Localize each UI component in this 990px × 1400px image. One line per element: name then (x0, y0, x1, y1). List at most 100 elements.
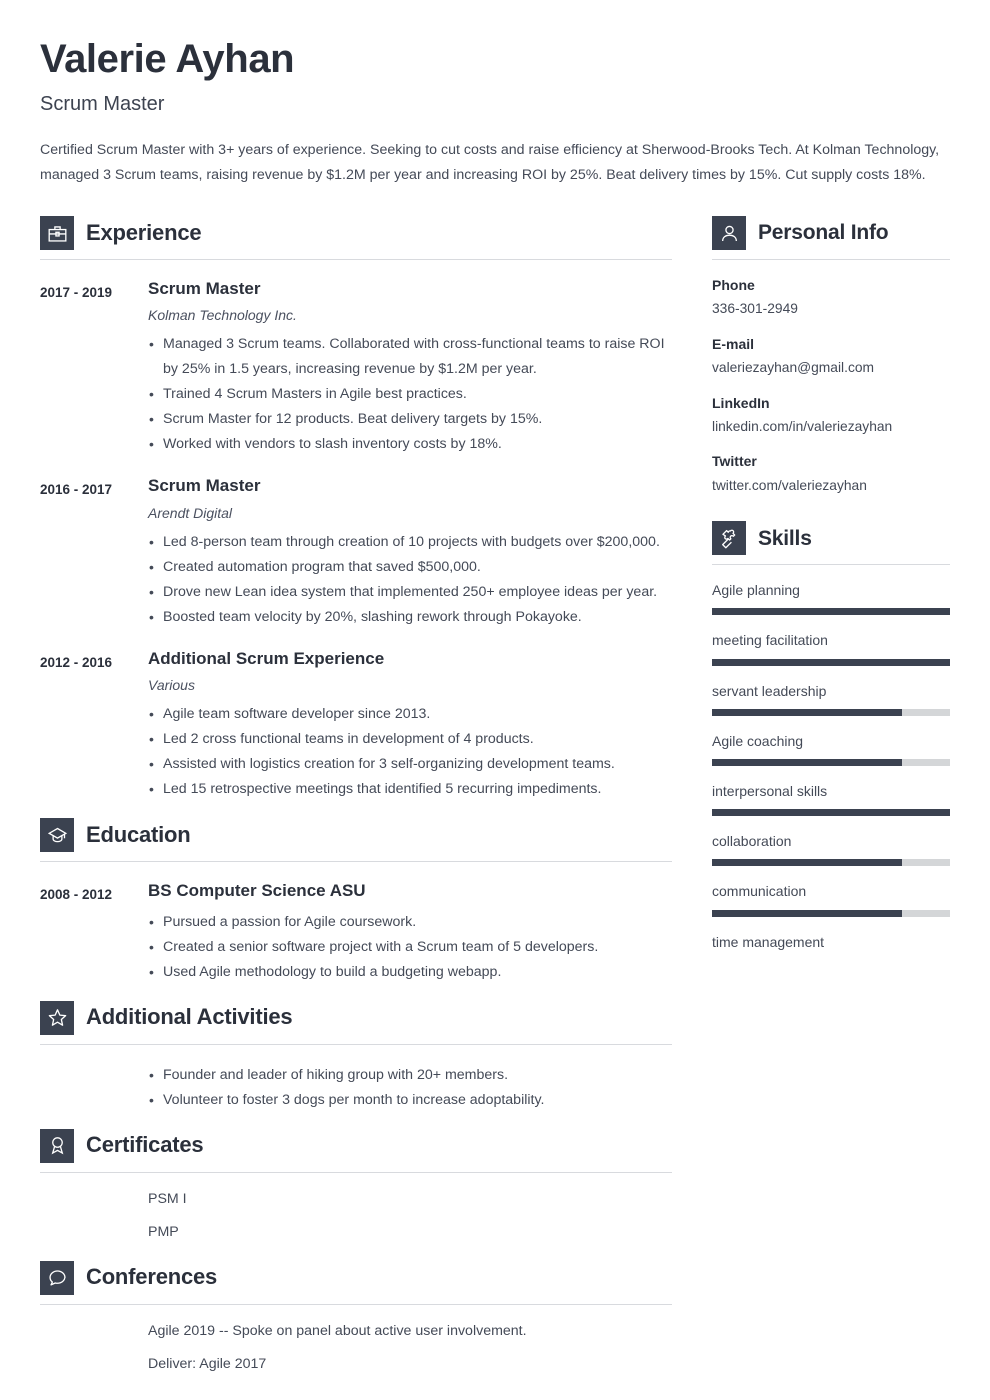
entry-dates: 2012 - 2016 (40, 654, 113, 670)
bullet-item: Assisted with logistics creation for 3 s… (148, 752, 672, 777)
bullet-item: Trained 4 Scrum Masters in Agile best pr… (148, 382, 672, 407)
info-field-linkedin: LinkedIn linkedin.com/in/valeriezayhan (712, 394, 950, 437)
entry-role: Scrum Master (148, 476, 261, 496)
info-field-twitter: Twitter twitter.com/valeriezayhan (712, 452, 950, 495)
info-label: LinkedIn (712, 394, 770, 411)
certificates-list: PSM I PMP (148, 1187, 672, 1245)
entry-bullets: Led 8-person team through creation of 10… (148, 530, 672, 630)
skill-bar-track (712, 809, 950, 817)
skill-bar-track (712, 608, 950, 616)
section-title: Experience (86, 219, 202, 245)
entry-bullets: Managed 3 Scrum teams. Collaborated with… (148, 332, 672, 457)
candidate-name: Valerie Ayhan (40, 37, 295, 81)
entry-organization: Arendt Digital (148, 504, 233, 521)
bullet-item: Used Agile methodology to build a budget… (148, 960, 672, 985)
entry-body: Scrum Master Arendt Digital Led 8-person… (148, 475, 672, 629)
info-value[interactable]: twitter.com/valeriezayhan (712, 477, 950, 496)
section-title: Education (86, 822, 191, 848)
bullet-item: Created automation program that saved $5… (148, 555, 672, 580)
star-icon (40, 1000, 74, 1035)
resume-page: Valerie Ayhan Scrum Master Certified Scr… (0, 0, 990, 1400)
skill-label: Agile planning (712, 582, 800, 599)
skill-item: Agile planning (712, 581, 950, 616)
bullet-item: Pursued a passion for Agile coursework. (148, 910, 672, 935)
info-value[interactable]: linkedin.com/in/valeriezayhan (712, 418, 950, 437)
section-title: Skills (758, 526, 812, 550)
puzzle-piece-icon (712, 521, 746, 556)
certificate-item: PSM I (148, 1190, 187, 1207)
entry-organization: Kolman Technology Inc. (148, 307, 297, 324)
skill-bar-track (712, 658, 950, 666)
conferences-body: Agile 2019 -- Spoke on panel about activ… (40, 1319, 672, 1377)
section-header: Experience (40, 216, 672, 250)
entry-role: Additional Scrum Experience (148, 648, 385, 668)
entry-bullets: Pursued a passion for Agile coursework. … (148, 910, 672, 985)
section-education: Education 2008 - 2012 BS Computer Scienc… (40, 818, 672, 985)
skill-label: Agile coaching (712, 732, 804, 749)
entry-organization: Various (148, 677, 195, 694)
skill-label: interpersonal skills (712, 783, 828, 799)
skill-item: meeting facilitation (712, 631, 950, 666)
section-divider (40, 1303, 672, 1305)
skill-label: servant leadership (712, 682, 827, 699)
skill-label: collaboration (712, 833, 792, 850)
speech-bubble-icon (40, 1260, 74, 1295)
left-column: Experience 2017 - 2019 Scrum Master Kolm… (40, 216, 672, 1385)
section-divider (712, 259, 950, 260)
skill-bar-track (712, 909, 950, 917)
section-divider (40, 1043, 672, 1045)
skill-item: collaboration (712, 832, 950, 867)
section-header: Additional Activities (40, 1000, 672, 1035)
bullet-item: Boosted team velocity by 20%, slashing r… (148, 605, 672, 630)
candidate-job-title: Scrum Master (40, 93, 165, 115)
section-header: Personal Info (712, 216, 950, 250)
experience-entry: 2012 - 2016 Additional Scrum Experience … (40, 648, 672, 802)
skill-item: Agile coaching (712, 732, 950, 766)
entry-dates: 2008 - 2012 (40, 887, 113, 903)
bullet-item: Led 8-person team through creation of 10… (148, 530, 672, 555)
bullet-item: Volunteer to foster 3 dogs per month to … (148, 1088, 672, 1113)
section-divider (40, 861, 672, 863)
professional-summary: Certified Scrum Master with 3+ years of … (40, 142, 940, 183)
section-personal-info: Personal Info Phone 336-301-2949 E-mail … (712, 216, 950, 495)
entry-bullets: Agile team software developer since 2013… (148, 702, 672, 802)
conference-item: Agile 2019 -- Spoke on panel about activ… (148, 1322, 527, 1339)
conferences-list: Agile 2019 -- Spoke on panel about activ… (148, 1319, 672, 1377)
section-divider (712, 564, 950, 566)
entry-dates: 2017 - 2019 (40, 285, 113, 300)
skill-item: servant leadership (712, 682, 950, 716)
bullet-item: Agile team software developer since 2013… (148, 702, 672, 727)
experience-entry: 2016 - 2017 Scrum Master Arendt Digital … (40, 475, 672, 629)
right-column: Personal Info Phone 336-301-2949 E-mail … (712, 216, 950, 951)
bullet-item: Worked with vendors to slash inventory c… (148, 432, 672, 457)
skill-label: meeting facilitation (712, 632, 828, 649)
section-header: Conferences (40, 1260, 672, 1295)
conference-item: Deliver: Agile 2017 (148, 1355, 267, 1372)
section-title: Certificates (86, 1132, 204, 1158)
section-header: Education (40, 818, 672, 853)
activities-body: Founder and leader of hiking group with … (40, 1063, 672, 1113)
skill-bar-fill (712, 859, 903, 867)
skill-item: time management (712, 933, 950, 951)
bullet-item: Created a senior software project with a… (148, 935, 672, 960)
section-additional-activities: Additional Activities Founder and leader… (40, 1000, 672, 1113)
person-icon (712, 216, 746, 250)
graduation-cap-icon (40, 818, 74, 853)
entry-role: Scrum Master (148, 279, 261, 298)
entry-dates: 2016 - 2017 (40, 482, 113, 498)
section-header: Certificates (40, 1128, 672, 1163)
skill-bar-fill (712, 909, 903, 917)
bullet-item: Founder and leader of hiking group with … (148, 1063, 672, 1088)
skill-bar-track (712, 859, 950, 867)
info-value[interactable]: valeriezayhan@gmail.com (712, 359, 950, 378)
skill-bar-fill (712, 658, 950, 666)
resume-header: Valerie Ayhan Scrum Master Certified Scr… (0, 0, 990, 188)
activities-bullets: Founder and leader of hiking group with … (148, 1063, 672, 1113)
briefcase-icon (40, 216, 74, 250)
section-conferences: Conferences Agile 2019 -- Spoke on panel… (40, 1260, 672, 1377)
skill-item: interpersonal skills (712, 782, 950, 817)
section-divider (40, 259, 672, 260)
bullet-item: Drove new Lean idea system that implemen… (148, 580, 672, 605)
bullet-item: Led 2 cross functional teams in developm… (148, 727, 672, 752)
section-header: Skills (712, 521, 950, 556)
